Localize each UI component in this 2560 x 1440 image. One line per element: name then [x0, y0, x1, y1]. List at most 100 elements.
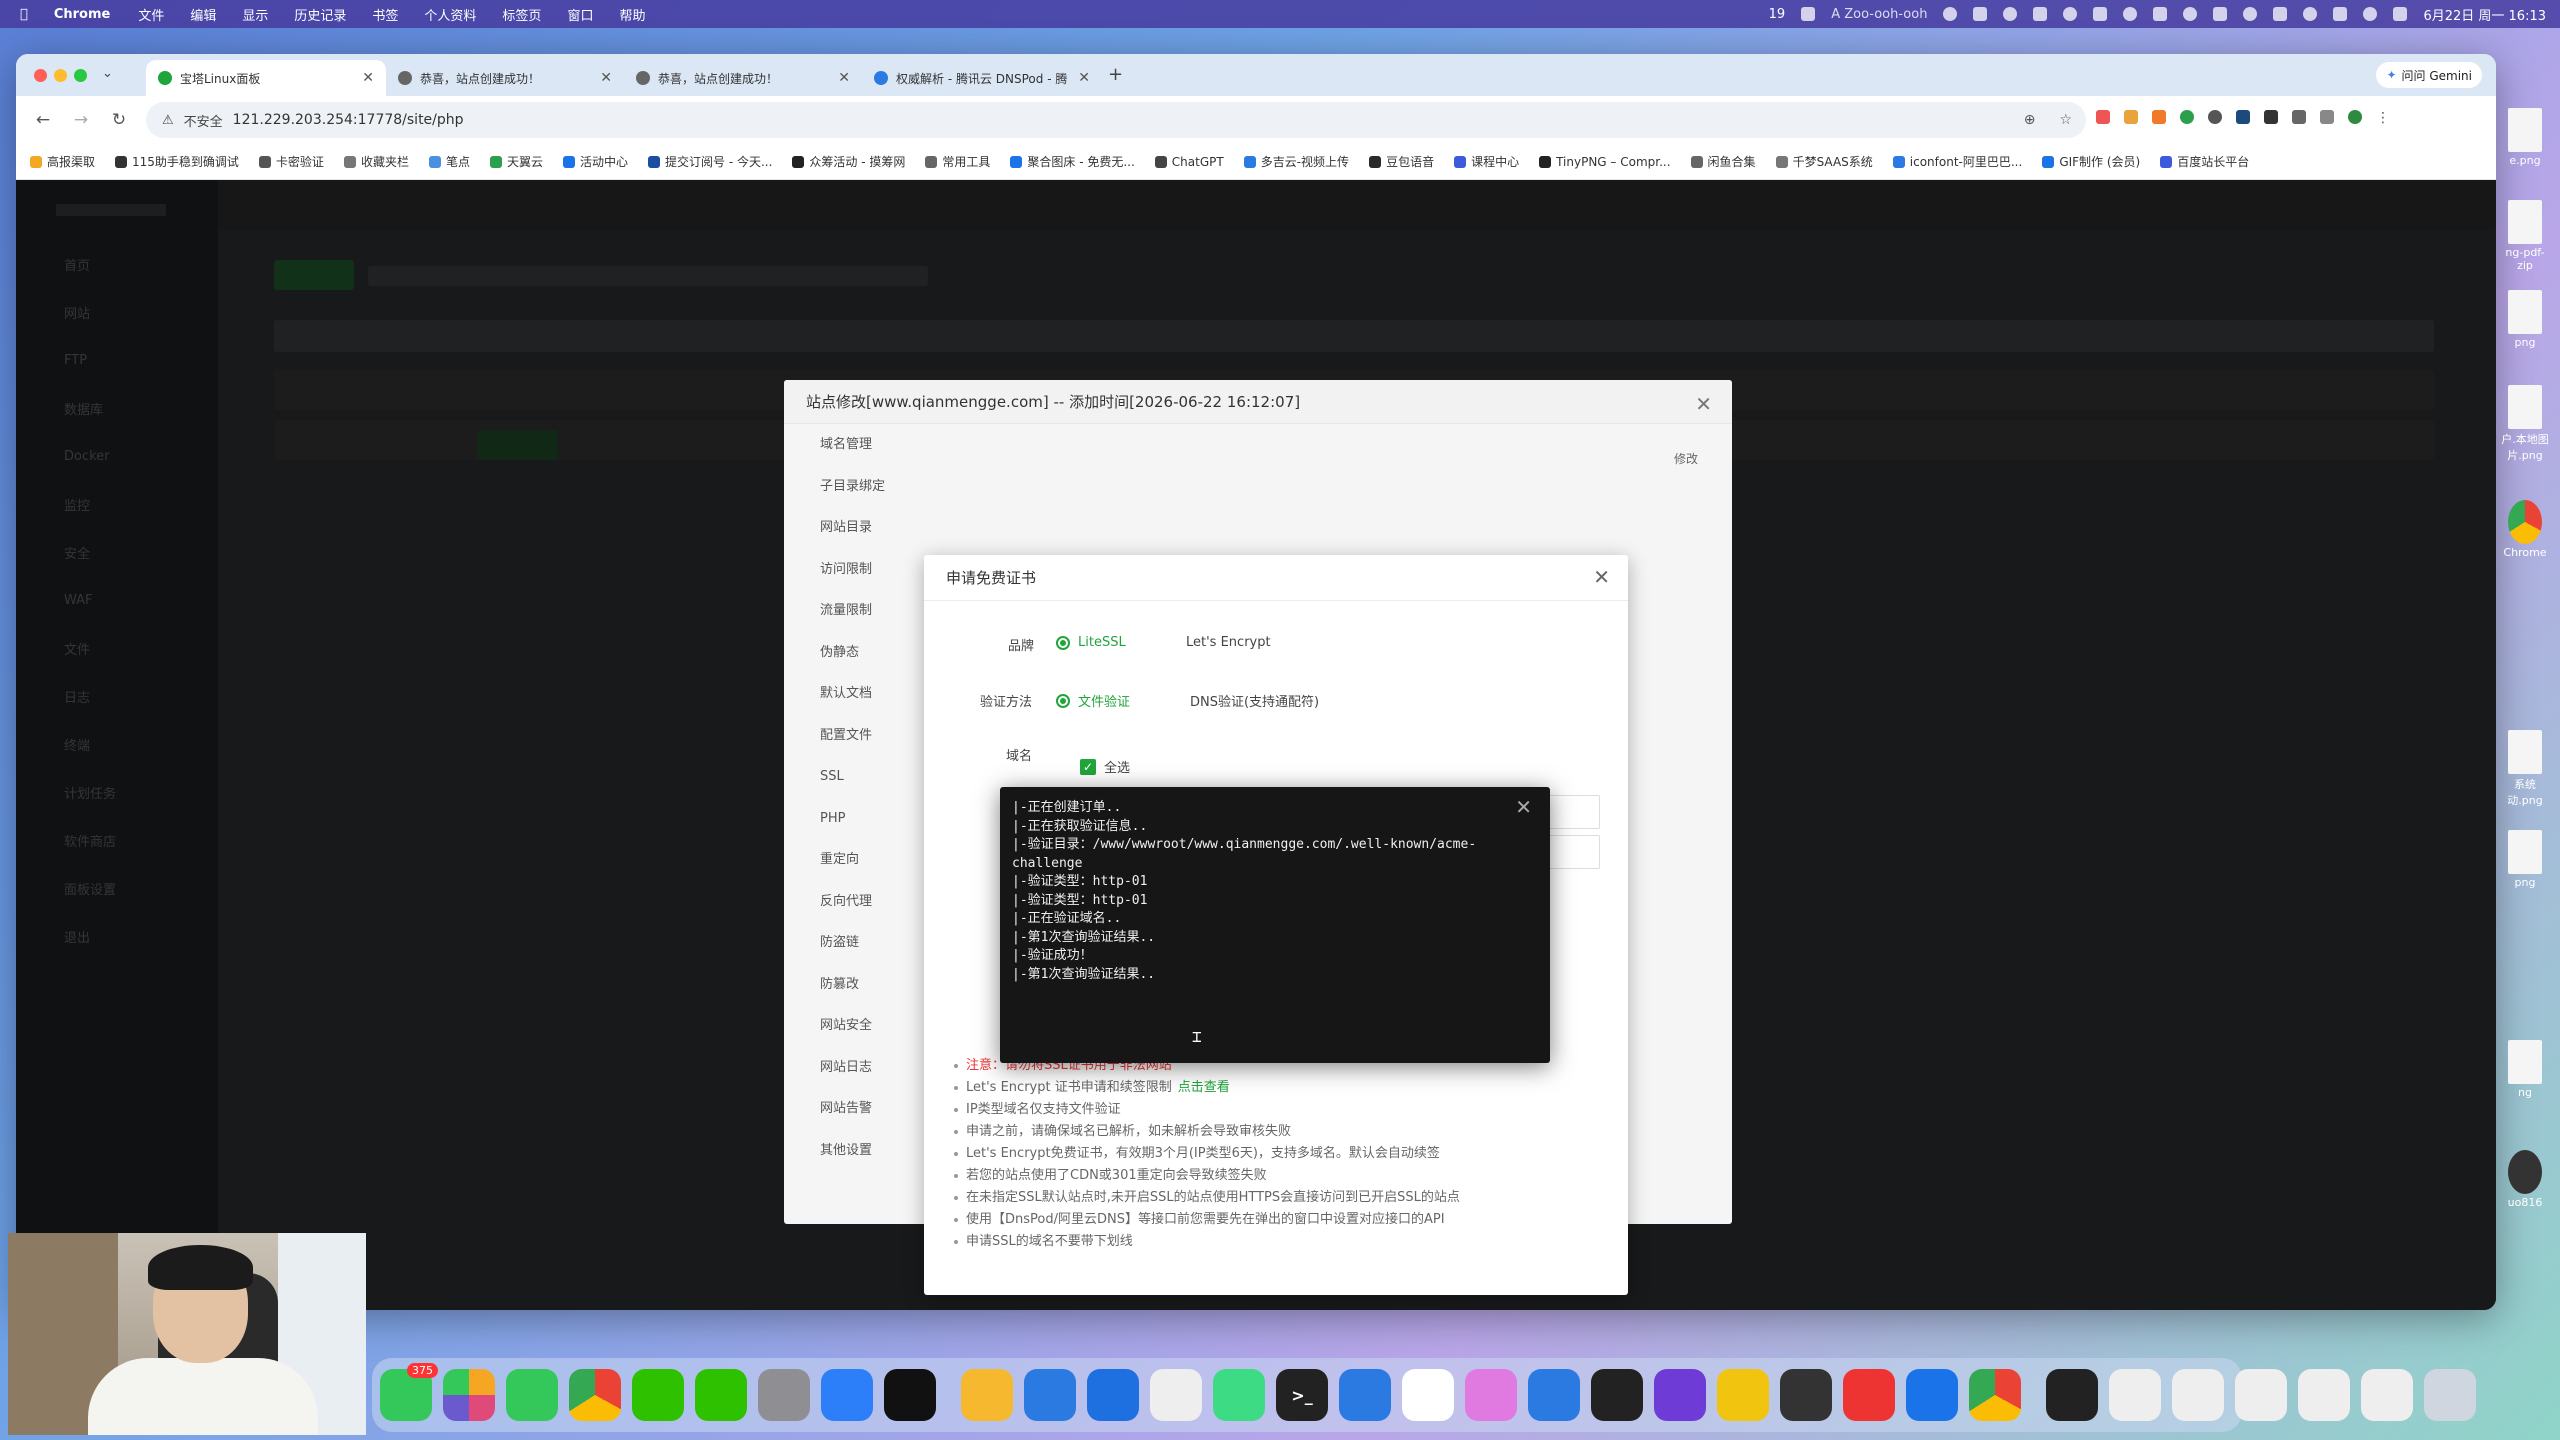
bookmark-item[interactable]: GIF制作 (会员) [2042, 153, 2140, 170]
reload-icon[interactable]: ↻ [108, 110, 130, 130]
menu-bookmarks[interactable]: 书签 [372, 5, 398, 24]
extension-icon-1[interactable] [2096, 110, 2110, 124]
window-thumb-icon[interactable] [2235, 1369, 2287, 1421]
verify-option-file[interactable]: 文件验证 [1056, 691, 1130, 710]
site-menu-item[interactable]: 流量限制 [784, 590, 904, 632]
bookmark-star-icon[interactable]: ☆ [2059, 112, 2072, 128]
window-thumb-icon[interactable] [2172, 1369, 2224, 1421]
status-count[interactable]: 19 [1769, 7, 1786, 22]
status-icon-8[interactable] [2153, 7, 2168, 21]
status-icon-10[interactable] [2213, 7, 2228, 21]
desktop-file[interactable]: ng-pdf-zip [2500, 200, 2550, 272]
status-icon-9[interactable] [2183, 7, 2198, 21]
bookmark-item[interactable]: iconfont-阿里巴巴... [1892, 153, 2022, 170]
site-menu-item[interactable]: PHP [784, 798, 904, 840]
site-menu-item[interactable]: 伪静态 [784, 632, 904, 674]
tab-dnspod[interactable]: 权威解析 - 腾讯云 DNSPod - 腾 ✕ [862, 60, 1102, 96]
tab-baota[interactable]: 宝塔Linux面板 ✕ [146, 60, 386, 96]
menu-history[interactable]: 历史记录 [294, 5, 346, 24]
baidu-netdisk-icon[interactable] [1339, 1369, 1391, 1421]
trash-icon[interactable] [2424, 1369, 2476, 1421]
menu-view[interactable]: 显示 [242, 5, 268, 24]
extension-icon-7[interactable] [2264, 110, 2278, 124]
minimize-window-button[interactable] [54, 69, 67, 82]
site-menu-item[interactable]: 重定向 [784, 839, 904, 881]
site-menu-item[interactable]: 子目录绑定 [784, 466, 904, 508]
extension-icon-2[interactable] [2124, 110, 2138, 124]
menu-window[interactable]: 窗口 [567, 5, 593, 24]
tab-close-icon[interactable]: ✕ [362, 70, 374, 86]
apple-icon[interactable]:  [20, 7, 28, 22]
menu-profiles[interactable]: 个人资料 [424, 5, 476, 24]
desktop-file[interactable]: 系统动.png [2500, 730, 2550, 808]
extension-icon-6[interactable] [2236, 110, 2250, 124]
qq-browser-icon[interactable] [1024, 1369, 1076, 1421]
tab-close-icon[interactable]: ✕ [1078, 70, 1090, 86]
site-menu-item[interactable]: 域名管理 [784, 424, 904, 466]
status-icon-2[interactable] [1973, 7, 1988, 21]
profile-avatar[interactable] [2348, 110, 2362, 124]
tab-close-icon[interactable]: ✕ [600, 70, 612, 86]
url-text[interactable]: 121.229.203.254:17778/site/php [233, 112, 464, 128]
bookmark-item[interactable]: 卡密验证 [258, 153, 324, 170]
back-icon[interactable]: ← [32, 110, 54, 130]
site-menu-item[interactable]: 网站安全 [784, 1005, 904, 1047]
site-menu-item[interactable]: 网站日志 [784, 1047, 904, 1089]
tab-search-icon[interactable]: ⌄ [102, 66, 113, 81]
site-menu-item[interactable]: 网站目录 [784, 507, 904, 549]
bookmark-item[interactable]: 多吉云-视频上传 [1243, 153, 1349, 170]
bookmark-item[interactable]: 聚合图床 - 免费无... [1010, 153, 1135, 170]
terminal-icon[interactable]: >_ [1276, 1369, 1328, 1421]
clock[interactable]: 6月22日 周一 16:13 [2423, 5, 2546, 24]
window-thumb-icon[interactable] [2361, 1369, 2413, 1421]
photos-icon[interactable] [443, 1369, 495, 1421]
new-tab-button[interactable]: + [1108, 64, 1123, 85]
menu-edit[interactable]: 编辑 [190, 5, 216, 24]
select-all-checkbox[interactable]: ✓ 全选 [1080, 757, 1130, 776]
search-icon[interactable] [2363, 7, 2378, 21]
bookmark-item[interactable]: 豆包语音 [1369, 153, 1434, 170]
window-thumb-icon[interactable] [2046, 1369, 2098, 1421]
warning-icon[interactable]: ⚠ [162, 113, 174, 128]
obs-icon[interactable] [1591, 1369, 1643, 1421]
bookmark-item[interactable]: 天翼云 [489, 153, 543, 170]
purple-app-icon[interactable] [1654, 1369, 1706, 1421]
desktop-file[interactable]: png [2500, 830, 2550, 889]
status-icon-4[interactable] [2033, 7, 2048, 21]
wechat-icon[interactable] [632, 1369, 684, 1421]
wechat-alt-icon[interactable] [695, 1369, 747, 1421]
address-bar[interactable]: ⚠ 不安全 121.229.203.254:17778/site/php ⊕ ☆ [146, 102, 2086, 138]
qq-icon[interactable] [1150, 1369, 1202, 1421]
bookmark-item[interactable]: ChatGPT [1154, 155, 1224, 169]
bookmark-item[interactable]: 115助手稳到确调试 [115, 153, 239, 170]
status-icon-3[interactable] [2003, 7, 2018, 21]
tab-site-created-1[interactable]: 恭喜，站点创建成功！ ✕ [386, 60, 624, 96]
status-icon-5[interactable] [2063, 7, 2078, 21]
site-modal-close-icon[interactable]: ✕ [1695, 392, 1712, 416]
bookmark-item[interactable]: 收藏夹栏 [343, 153, 409, 170]
bookmark-item[interactable]: 千梦SAAS系统 [1775, 153, 1873, 170]
site-menu-item[interactable]: 网站告警 [784, 1088, 904, 1130]
not-secure-label[interactable]: 不安全 [184, 111, 223, 130]
status-icon-1[interactable] [1943, 7, 1958, 21]
mail-icon[interactable] [1087, 1369, 1139, 1421]
feishu-icon[interactable] [821, 1369, 873, 1421]
bookmark-item[interactable]: 提交订阅号 - 今天... [648, 153, 772, 170]
bookmark-item[interactable]: 闲鱼合集 [1690, 153, 1756, 170]
extensions-puzzle-icon[interactable] [2320, 110, 2334, 124]
capcut-icon[interactable] [884, 1369, 936, 1421]
site-menu-item[interactable]: 访问限制 [784, 549, 904, 591]
brand-option-letsencrypt[interactable]: Let's Encrypt [1164, 635, 1271, 650]
zoom-window-button[interactable] [74, 69, 87, 82]
tab-site-created-2[interactable]: 恭喜，站点创建成功！ ✕ [624, 60, 862, 96]
chrome-alt-icon[interactable] [1969, 1369, 2021, 1421]
bookmark-item[interactable]: 课程中心 [1454, 153, 1519, 170]
menu-tabs[interactable]: 标签页 [502, 5, 541, 24]
desktop-file[interactable]: png [2500, 290, 2550, 349]
bookmark-item[interactable]: 众筹活动 - 摸筹网 [792, 153, 905, 170]
desktop-file[interactable]: e.png [2500, 108, 2550, 167]
ssl-dialog-close-icon[interactable]: ✕ [1593, 565, 1610, 589]
chrome-icon[interactable] [569, 1369, 621, 1421]
desktop-file[interactable]: 户.本地图片.png [2500, 385, 2550, 463]
site-menu-item[interactable]: 配置文件 [784, 715, 904, 757]
